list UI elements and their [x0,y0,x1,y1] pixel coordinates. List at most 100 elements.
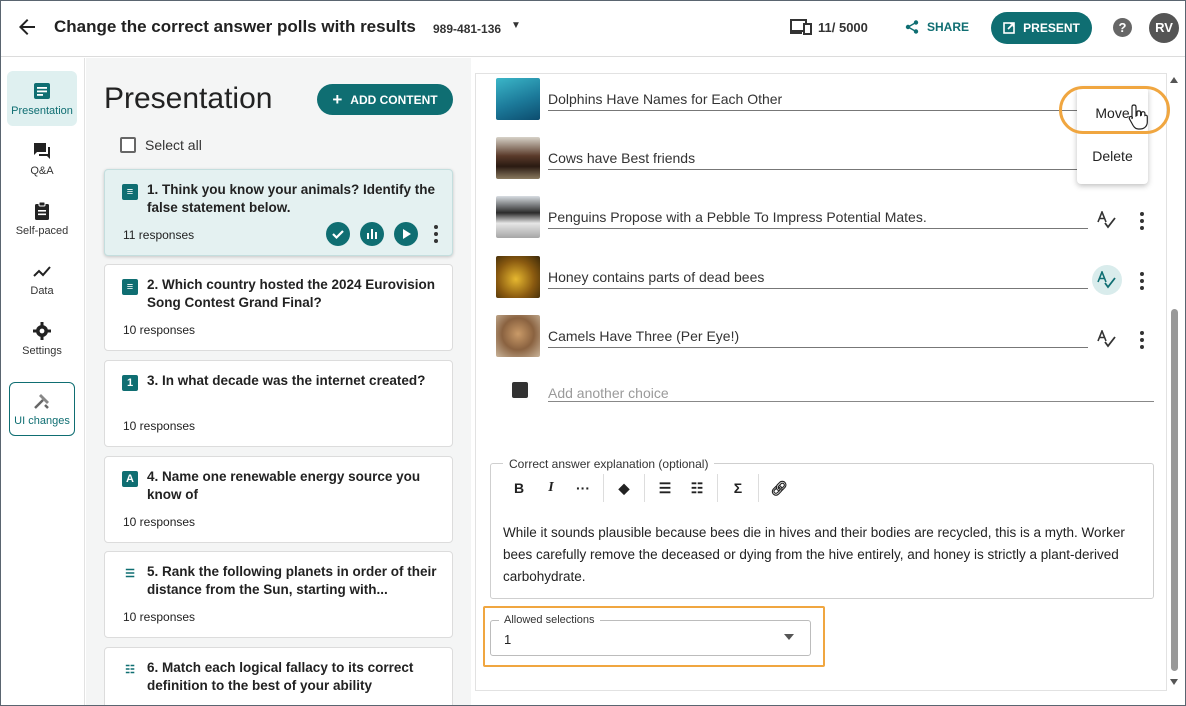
toolbar-divider [603,474,604,502]
scroll-down-icon[interactable] [1170,679,1178,685]
choice-text[interactable]: Penguins Propose with a Pebble To Impres… [548,209,927,225]
check-icon[interactable] [326,222,350,246]
checkbox-icon[interactable] [120,137,136,153]
panel-title: Presentation [104,82,273,115]
correct-answer-toggle-icon[interactable] [1092,324,1122,354]
more-vert-icon[interactable] [1140,272,1144,290]
play-icon[interactable] [394,222,418,246]
question-card[interactable]: 1 3. In what decade was the internet cre… [104,360,453,447]
choice-image[interactable] [496,196,540,238]
question-text: 2. Which country hosted the 2024 Eurovis… [147,277,436,310]
choice-underline [548,228,1088,229]
present-button[interactable]: PRESENT [991,12,1092,44]
question-card[interactable]: A 4. Name one renewable energy source yo… [104,456,453,543]
choice-image[interactable] [496,315,540,357]
more-horiz-icon[interactable]: ··· [567,480,599,496]
avatar[interactable]: RV [1149,13,1179,43]
more-vert-icon[interactable] [1140,212,1144,230]
more-vert-icon[interactable] [1140,331,1144,349]
question-card[interactable]: ☰ 5. Rank the following planets in order… [104,551,453,638]
italic-icon[interactable]: I [535,480,567,496]
sidebar-item-label: UI changes [14,415,70,427]
add-choice-input[interactable]: Add another choice [548,385,669,401]
scroll-up-icon[interactable] [1170,77,1178,83]
share-icon [905,20,919,34]
response-count: 10 responses [123,610,196,624]
choice-image[interactable] [496,137,540,179]
choice-text[interactable]: Dolphins Have Names for Each Other [548,91,782,107]
menu-item-delete[interactable]: Delete [1077,148,1148,164]
share-button[interactable]: SHARE [905,20,969,34]
toolbar-divider [717,474,718,502]
select-all-label: Select all [145,137,202,153]
add-content-button[interactable]: + ADD CONTENT [317,84,453,115]
answer-choice[interactable]: Camels Have Three (Per Eye!) [496,315,1144,359]
results-chart-icon[interactable] [360,222,384,246]
clipboard-icon [35,201,49,220]
question-text: 3. In what decade was the internet creat… [147,373,426,388]
presentation-title[interactable]: Change the correct answer polls with res… [54,17,416,37]
scrollbar[interactable] [1169,73,1181,691]
link-icon[interactable]: 🔗︎ [763,480,795,497]
choice-underline [548,288,1088,289]
presentation-icon [34,82,50,99]
add-content-label: ADD CONTENT [350,92,438,107]
present-label: PRESENT [1023,21,1080,35]
add-choice-underline [548,401,1154,402]
select-all-checkbox[interactable]: Select all [120,137,202,153]
back-arrow-icon[interactable] [15,15,39,39]
answer-choice[interactable]: Cows have Best friends [496,137,1136,181]
help-icon[interactable]: ? [1113,18,1132,37]
question-card[interactable]: ☷ 6. Match each logical fallacy to its c… [104,647,453,705]
sidebar-item-settings[interactable]: Settings [7,311,77,366]
sigma-icon[interactable]: Σ [722,480,754,496]
sidebar-item-ui-changes[interactable]: UI changes [9,382,75,436]
bold-icon[interactable]: B [503,480,535,496]
scrollbar-thumb[interactable] [1171,309,1178,671]
chevron-down-icon[interactable] [784,634,794,640]
choice-text[interactable]: Cows have Best friends [548,150,695,166]
tools-icon [34,394,49,409]
question-actions [326,222,438,246]
correct-answer-toggle-icon[interactable] [1092,265,1122,295]
choice-image[interactable] [496,78,540,120]
sidebar-item-presentation[interactable]: Presentation [7,71,77,126]
numbered-list-icon[interactable]: ☷ [681,480,713,497]
sidebar: Presentation Q&A Self-paced Data Setting… [1,58,85,705]
fill-color-icon[interactable]: ◆ [608,480,640,497]
toolbar-divider [644,474,645,502]
number-icon: 1 [122,375,138,391]
question-text: 1. Think you know your animals? Identify… [147,182,436,215]
poll-icon: ≡ [122,279,138,295]
correct-answer-toggle-icon[interactable] [1092,205,1122,235]
poll-icon: ≡ [122,184,138,200]
more-vert-icon[interactable] [434,225,438,243]
answer-choice[interactable]: Dolphins Have Names for Each Other [496,78,1136,122]
answer-choice[interactable]: Penguins Propose with a Pebble To Impres… [496,196,1144,240]
explanation-text[interactable]: While it sounds plausible because bees d… [503,522,1143,588]
image-icon[interactable] [512,382,528,398]
choice-underline [548,347,1088,348]
choice-text[interactable]: Honey contains parts of dead bees [548,269,764,285]
choice-text[interactable]: Camels Have Three (Per Eye!) [548,328,739,344]
devices-icon [790,19,812,35]
sidebar-item-data[interactable]: Data [7,251,77,306]
matching-icon: ☷ [125,664,135,676]
formatting-toolbar: B I ··· ◆ ☰ ☷ Σ 🔗︎ [503,474,795,502]
gear-icon [33,321,51,340]
chevron-down-icon[interactable]: ▼ [511,20,521,31]
question-card[interactable]: ≡ 2. Which country hosted the 2024 Eurov… [104,264,453,351]
sidebar-item-qa[interactable]: Q&A [7,131,77,186]
sidebar-item-self-paced[interactable]: Self-paced [7,191,77,246]
question-card[interactable]: ≡ 1. Think you know your animals? Identi… [104,169,453,256]
sidebar-item-label: Data [30,284,54,297]
choice-image[interactable] [496,256,540,298]
plus-icon: + [332,90,343,109]
session-code[interactable]: 989-481-136 [433,22,501,36]
counter-value: 11/ 5000 [818,19,868,35]
answer-choice[interactable]: Honey contains parts of dead bees [496,256,1144,300]
allowed-selections-value[interactable]: 1 [504,632,511,647]
bullet-list-icon[interactable]: ☰ [649,480,681,497]
explanation-editor[interactable]: Correct answer explanation (optional) B … [490,457,1154,599]
text-answer-icon: A [122,471,138,487]
